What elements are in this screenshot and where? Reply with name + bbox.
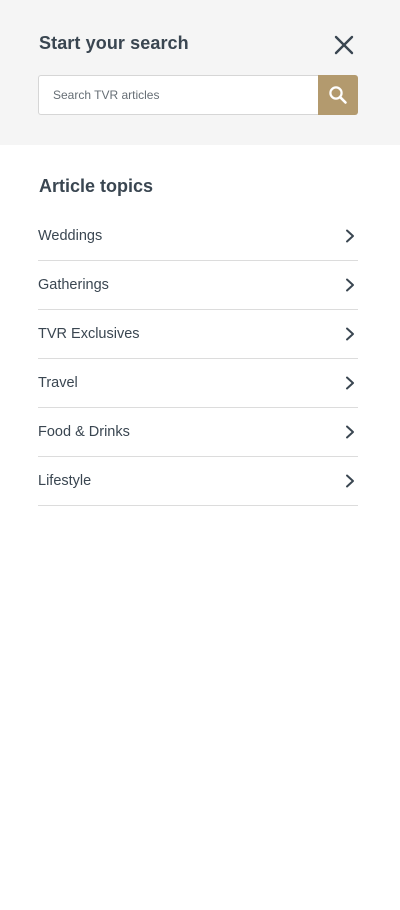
topic-item-travel[interactable]: Travel: [38, 359, 358, 408]
close-button[interactable]: [330, 31, 358, 59]
search-form: [38, 75, 358, 115]
chevron-right-icon: [346, 425, 354, 439]
search-panel: Start your search: [0, 0, 400, 145]
chevron-right-icon: [346, 278, 354, 292]
topics-title: Article topics: [39, 176, 154, 196]
topic-label: TVR Exclusives: [38, 326, 140, 342]
topic-label: Gatherings: [38, 277, 109, 293]
search-submit-button[interactable]: [318, 75, 358, 115]
topic-item-food-drinks[interactable]: Food & Drinks: [38, 408, 358, 457]
chevron-right-icon: [346, 229, 354, 243]
search-input[interactable]: [38, 75, 318, 115]
topic-item-lifestyle[interactable]: Lifestyle: [38, 457, 358, 506]
close-icon: [334, 35, 354, 55]
topic-label: Weddings: [38, 228, 103, 244]
chevron-right-icon: [346, 474, 354, 488]
topic-label: Travel: [38, 375, 78, 391]
chevron-right-icon: [346, 327, 354, 341]
topics-list: Weddings Gatherings TVR Exclusives Trave…: [38, 212, 358, 506]
chevron-right-icon: [346, 376, 354, 390]
topic-label: Food & Drinks: [38, 424, 130, 440]
search-title: Start your search: [39, 33, 189, 53]
topic-item-tvr-exclusives[interactable]: TVR Exclusives: [38, 310, 358, 359]
topic-label: Lifestyle: [38, 473, 92, 489]
topic-item-weddings[interactable]: Weddings: [38, 212, 358, 261]
search-icon: [329, 86, 347, 104]
topic-item-gatherings[interactable]: Gatherings: [38, 261, 358, 310]
